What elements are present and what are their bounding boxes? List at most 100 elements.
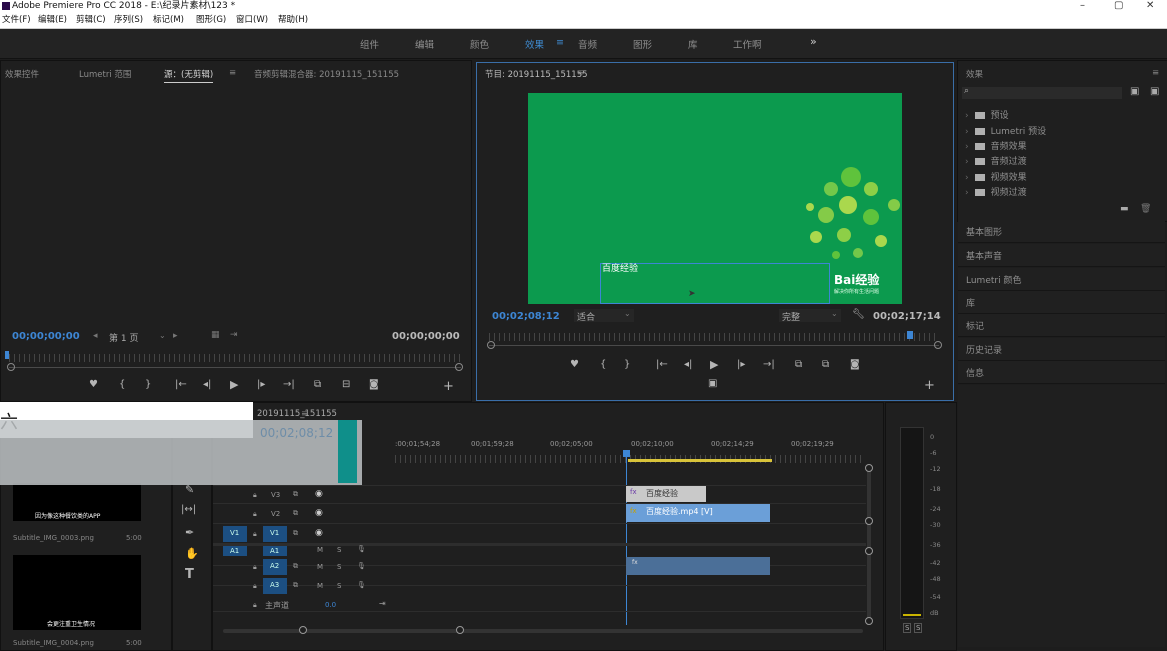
v-scroll-handle-bottom[interactable] xyxy=(865,617,873,625)
overwrite-button-icon[interactable]: ⊟ xyxy=(342,379,350,390)
type-tool-icon[interactable]: T xyxy=(185,567,194,582)
go-to-out-icon[interactable]: →| xyxy=(283,379,295,390)
project-item-filename[interactable]: Subtitle_IMG_0004.png xyxy=(13,639,94,647)
menu-window[interactable]: 窗口(W) xyxy=(236,13,268,28)
tab-source[interactable]: 源：(无剪辑) xyxy=(164,68,214,83)
mute-icon[interactable]: M xyxy=(317,582,323,590)
program-timecode[interactable]: 00;02;08;12 xyxy=(492,311,560,322)
mark-out-icon[interactable]: } xyxy=(145,379,151,390)
program-mark-in-icon[interactable]: { xyxy=(600,359,606,370)
32bit-effects-icon[interactable]: ▣ xyxy=(1150,86,1159,97)
sync-lock-icon[interactable]: ⧉ xyxy=(293,509,298,518)
menu-sequence[interactable]: 序列(S) xyxy=(114,13,143,28)
program-ruler[interactable] xyxy=(489,333,939,341)
effects-search-input[interactable]: ⌕ xyxy=(962,86,1122,99)
close-icon[interactable]: ✕ xyxy=(1146,0,1154,12)
solo-icon[interactable]: S xyxy=(337,582,341,590)
v-scroll-handle-audio[interactable] xyxy=(865,547,873,555)
maximize-icon[interactable]: ▢ xyxy=(1114,0,1123,12)
program-zoom-bar[interactable] xyxy=(489,345,939,346)
master-volume-value[interactable]: 0.0 xyxy=(325,601,336,609)
menu-help[interactable]: 帮助(H) xyxy=(278,13,308,28)
lock-icon[interactable]: 🔒︎ xyxy=(253,601,257,610)
playhead-handle[interactable] xyxy=(623,450,630,457)
v-scroll-handle-mid[interactable] xyxy=(865,517,873,525)
insert-button-icon[interactable]: ⧉ xyxy=(314,379,321,390)
go-to-end-icon[interactable]: ⇥ xyxy=(379,599,386,608)
program-play-icon[interactable]: ▶ xyxy=(710,358,718,371)
page-selector[interactable]: 第 1 页 xyxy=(109,331,138,344)
mute-icon[interactable]: M xyxy=(317,563,323,571)
new-bin-icon[interactable]: ▬ xyxy=(1120,204,1129,214)
accelerated-effects-icon[interactable]: ▣ xyxy=(1130,86,1139,97)
fit-dropdown[interactable]: 适合 ⌄ xyxy=(574,309,634,323)
mark-in-icon[interactable]: { xyxy=(119,379,125,390)
track-header-master[interactable]: 🔒︎ 主声道 0.0 ⇥ xyxy=(213,597,393,615)
program-tab-menu-icon[interactable]: ≡ xyxy=(577,68,584,78)
sync-lock-icon[interactable]: ⧉ xyxy=(293,490,298,499)
clip-title-v3[interactable]: fx 百度经验 xyxy=(626,486,706,502)
wrench-icon[interactable]: 🔧︎ xyxy=(852,309,865,320)
source-patch-v1[interactable]: V1 xyxy=(223,526,247,542)
go-to-in-icon[interactable]: |← xyxy=(175,379,187,390)
program-zoom-handle-left[interactable] xyxy=(487,341,495,349)
mute-icon[interactable]: M xyxy=(317,546,323,554)
eye-icon[interactable]: ◉ xyxy=(315,508,323,518)
project-thumbnail[interactable]: 因为像这种餐饮类的APP xyxy=(13,483,141,521)
eye-icon[interactable]: ◉ xyxy=(315,528,323,538)
step-back-icon[interactable]: ◂| xyxy=(203,379,211,390)
workspace-graphics[interactable]: 图形 xyxy=(633,37,652,51)
timeline-v-scrollbar[interactable] xyxy=(867,465,871,625)
source-zoom-handle-left[interactable] xyxy=(7,363,15,371)
track-header-v2[interactable]: 🔒︎ V2 ⧉ ◉ xyxy=(213,506,393,524)
track-header-a3[interactable]: 🔒︎ A3 ⧉ M S 🎙︎ xyxy=(213,577,393,595)
sync-lock-icon[interactable]: ⧉ xyxy=(293,529,298,538)
lock-icon[interactable]: 🔒︎ xyxy=(253,530,257,539)
program-mark-out-icon[interactable]: } xyxy=(624,359,630,370)
menu-graphics[interactable]: 图形(G) xyxy=(196,13,226,28)
minimize-icon[interactable]: – xyxy=(1080,0,1085,12)
track-target-a2[interactable]: A2 xyxy=(263,559,287,575)
effects-tree-item-video-effects[interactable]: › 视频效果 xyxy=(965,170,1027,183)
comparison-view-icon[interactable]: ▣ xyxy=(708,378,717,389)
solo-icon[interactable]: S xyxy=(337,546,341,554)
solo-right-button[interactable]: S xyxy=(914,623,923,633)
timeline-playhead[interactable] xyxy=(626,453,627,625)
program-step-back-icon[interactable]: ◂| xyxy=(684,359,692,370)
slip-tool-icon[interactable]: |↔| xyxy=(181,504,196,515)
workspace-libraries[interactable]: 库 xyxy=(688,37,698,51)
program-add-button-icon[interactable]: + xyxy=(924,378,935,393)
delete-icon[interactable]: 🗑︎ xyxy=(1140,204,1151,214)
page-dropdown-icon[interactable]: ⌄ xyxy=(159,331,166,340)
program-monitor-frame[interactable]: 百度经验 Bai经验 解决你所有生活问题 xyxy=(528,93,902,304)
source-tab-menu-icon[interactable]: ≡ xyxy=(229,68,236,78)
sync-lock-icon[interactable]: ⧉ xyxy=(293,581,298,590)
pen-tool-icon[interactable]: ✒ xyxy=(185,526,194,539)
effects-title[interactable]: 效果 xyxy=(966,68,983,80)
program-playhead[interactable] xyxy=(907,331,913,339)
track-target-v1[interactable]: V1 xyxy=(263,526,287,542)
section-lumetri-color[interactable]: Lumetri 颜色 xyxy=(958,268,1165,291)
safe-margins-icon[interactable]: ▦ xyxy=(211,330,220,340)
solo-icon[interactable]: S xyxy=(337,563,341,571)
tab-effect-controls[interactable]: 效果控件 xyxy=(5,68,39,80)
program-step-forward-icon[interactable]: |▸ xyxy=(737,359,745,370)
workspace-menu-icon[interactable]: ≡ xyxy=(556,37,564,48)
program-add-marker-icon[interactable]: ♥ xyxy=(570,359,579,370)
effects-tree-item-lumetri-presets[interactable]: › Lumetri 预设 xyxy=(965,124,1046,137)
section-libraries[interactable]: 库 xyxy=(958,291,1165,314)
effects-menu-icon[interactable]: ≡ xyxy=(1152,68,1159,78)
track-header-v1[interactable]: V1 🔒︎ V1 ⧉ ◉ xyxy=(213,525,393,543)
play-icon[interactable]: ▶ xyxy=(230,378,238,391)
track-target-a1[interactable]: A1 xyxy=(263,546,287,556)
mic-icon[interactable]: 🎙︎ xyxy=(357,581,366,589)
add-marker-icon[interactable]: ♥ xyxy=(89,379,98,390)
menu-file[interactable]: 文件(F) xyxy=(2,13,31,28)
hand-tool-icon[interactable]: ✋ xyxy=(185,547,199,560)
export-frame-icon[interactable]: ◙ xyxy=(369,379,379,390)
add-button-icon[interactable]: + xyxy=(443,379,454,394)
v-scroll-handle-top[interactable] xyxy=(865,464,873,472)
program-export-frame-icon[interactable]: ◙ xyxy=(850,359,860,370)
lock-icon[interactable]: 🔒︎ xyxy=(253,582,257,591)
workspace-effects[interactable]: 效果 xyxy=(525,37,544,51)
